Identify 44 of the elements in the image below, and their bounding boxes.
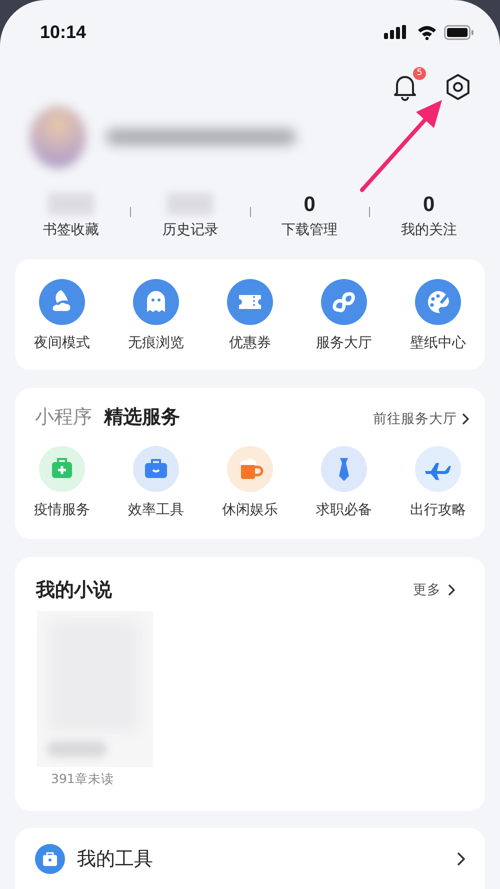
medical-kit-icon[interactable] (39, 446, 85, 492)
quick-action-label[interactable]: 无痕浏览 (128, 334, 184, 352)
link-icon[interactable] (321, 279, 367, 325)
tie-icon[interactable] (321, 446, 367, 492)
status-time: 10:14 (40, 22, 86, 42)
section-title: 我的小说 (36, 578, 112, 603)
notification-badge: 5 (413, 67, 426, 80)
stat-label[interactable]: 下载管理 (282, 221, 338, 239)
section-title: 精选服务 (104, 405, 180, 430)
settings-icon[interactable] (444, 73, 472, 101)
service-label[interactable]: 疫情服务 (34, 501, 90, 519)
quick-action-label[interactable]: 服务大厅 (316, 334, 372, 352)
ticket-icon[interactable] (227, 279, 273, 325)
moon-cloud-icon[interactable] (39, 279, 85, 325)
palette-icon[interactable] (415, 279, 461, 325)
chevron-icon[interactable] (456, 852, 465, 866)
service-hall-link[interactable]: 前往服务大厅 (373, 410, 469, 428)
battery-icon (444, 24, 474, 40)
chevron-icon (461, 413, 469, 425)
stat-label[interactable]: 历史记录 (162, 221, 218, 239)
mug-icon[interactable] (227, 446, 273, 492)
bell-icon[interactable] (392, 73, 418, 101)
wifi-icon (417, 24, 437, 40)
stat-value: 0 (423, 193, 435, 217)
avatar[interactable] (30, 106, 86, 168)
chevron-icon (447, 584, 455, 596)
mini-program-tab[interactable]: 小程序 (35, 404, 92, 430)
unread-chapters: 391章未读 (50, 771, 115, 788)
ghost-icon[interactable] (133, 279, 179, 325)
service-label[interactable]: 出行攻略 (410, 501, 466, 519)
service-label[interactable]: 求职必备 (316, 501, 372, 519)
briefcase-icon[interactable] (133, 446, 179, 492)
stat-label[interactable]: 我的关注 (400, 221, 457, 239)
section-title[interactable]: 我的工具 (77, 846, 153, 872)
quick-action-label[interactable]: 壁纸中心 (410, 334, 466, 352)
toolbox-icon (35, 844, 65, 874)
quick-action-label[interactable]: 夜间模式 (34, 334, 90, 352)
service-label[interactable]: 效率工具 (128, 501, 184, 519)
more-link[interactable]: 更多 (413, 581, 455, 599)
stat-value: 0 (304, 193, 316, 217)
stat-label[interactable]: 书签收藏 (43, 221, 100, 239)
quick-action-label[interactable]: 优惠券 (229, 334, 271, 352)
airplane-icon[interactable] (415, 446, 461, 492)
service-label[interactable]: 休闲娱乐 (222, 501, 278, 519)
